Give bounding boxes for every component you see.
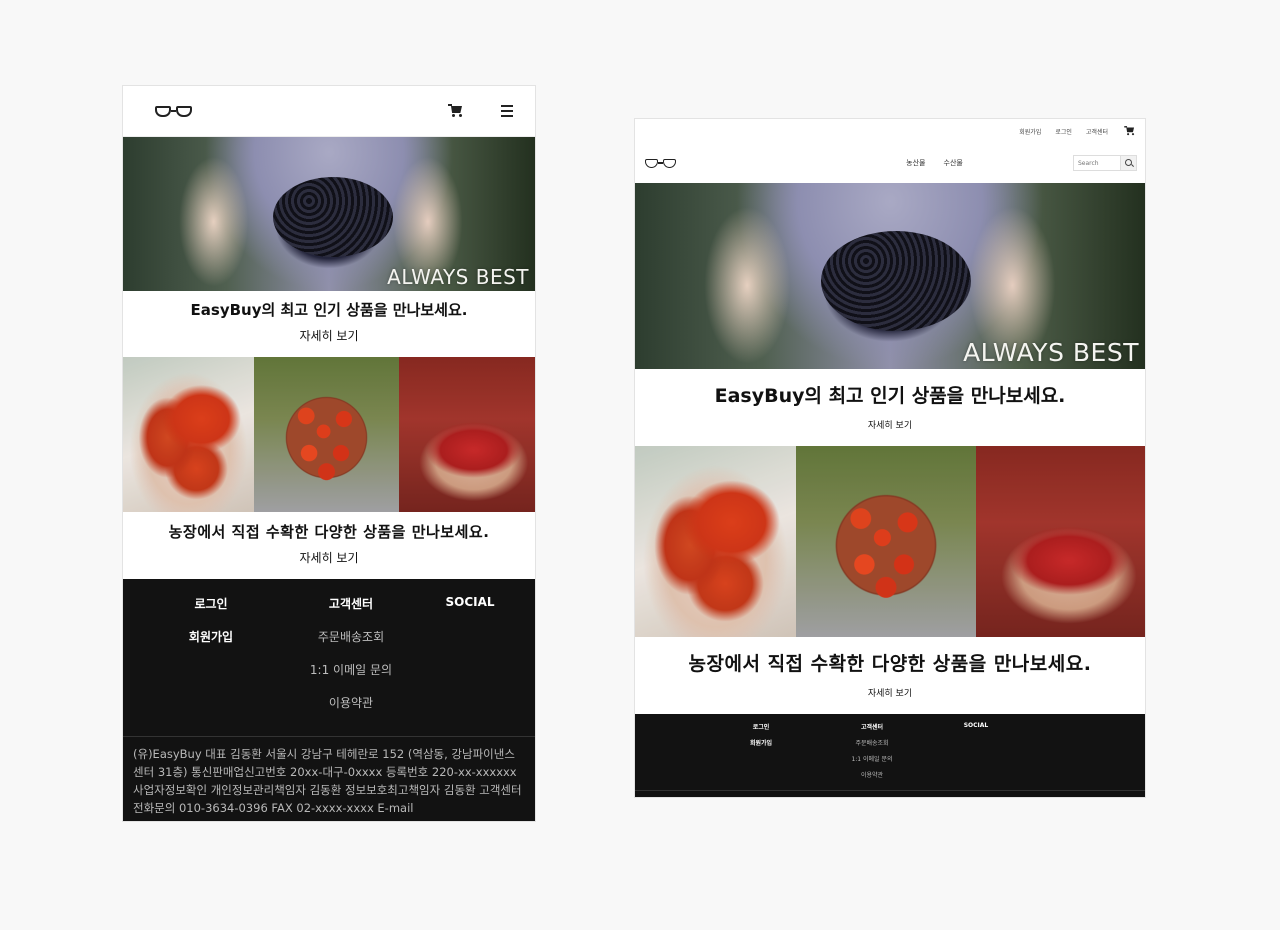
glasses-logo-icon[interactable] — [645, 158, 676, 168]
footer-divider — [635, 790, 1145, 791]
footer-login-link[interactable]: 로그인 — [711, 722, 811, 738]
cart-icon[interactable] — [448, 104, 463, 118]
cart-icon[interactable] — [1124, 126, 1135, 136]
top-login-link[interactable]: 로그인 — [1055, 127, 1072, 136]
footer-email-inquiry-link[interactable]: 1:1 이메일 문의 — [811, 754, 933, 770]
section-farm-caption: 농장에서 직접 수확한 다양한 상품을 만나보세요. 자세히 보기 — [635, 637, 1145, 714]
desktop-preview: 회원가입 로그인 고객센터 농산물 수산물 ALWAYS BEST EasyBu… — [634, 118, 1146, 798]
cherry-tomato-bowl-image[interactable] — [254, 357, 399, 512]
search-box — [1073, 155, 1137, 171]
footer-company-info: (유)EasyBuy 대표 김동환 서울시 강남구 테헤란로 152 (역삼동,… — [133, 747, 522, 821]
glasses-logo-icon[interactable] — [155, 105, 192, 117]
strawberry-hands-image[interactable] — [975, 446, 1145, 637]
mobile-header — [123, 86, 535, 137]
strawberry-hands-image[interactable] — [398, 357, 535, 512]
search-input[interactable] — [1074, 156, 1120, 170]
section-best-caption: EasyBuy의 최고 인기 상품을 만나보세요. 자세히 보기 — [123, 291, 535, 357]
footer-email-inquiry-link[interactable]: 1:1 이메일 문의 — [279, 661, 423, 694]
footer-support-heading[interactable]: 고객센터 — [299, 595, 403, 628]
nav-agricultural-link[interactable]: 농산물 — [906, 158, 925, 168]
mobile-preview: ALWAYS BEST EasyBuy의 최고 인기 상품을 만나보세요. 자세… — [122, 85, 536, 822]
section-farm-title: 농장에서 직접 수확한 다양한 상품을 만나보세요. — [168, 523, 490, 541]
hamburger-menu-icon[interactable] — [501, 105, 513, 117]
top-support-link[interactable]: 고객센터 — [1086, 127, 1108, 136]
footer-social-heading: SOCIAL — [963, 722, 989, 729]
section-best-title: EasyBuy의 최고 인기 상품을 만나보세요. — [714, 385, 1066, 407]
footer-support-heading[interactable]: 고객센터 — [811, 722, 933, 738]
section-best-link[interactable]: 자세히 보기 — [123, 327, 535, 344]
footer-signup-link[interactable]: 회원가입 — [711, 738, 811, 754]
footer-order-tracking-link[interactable]: 주문배송조회 — [279, 628, 423, 661]
desktop-footer: 로그인 회원가입 고객센터 주문배송조회 1:1 이메일 문의 이용약관 SOC… — [635, 714, 1145, 797]
section-best-caption: EasyBuy의 최고 인기 상품을 만나보세요. 자세히 보기 — [635, 369, 1145, 446]
hero-blackberries-image[interactable]: ALWAYS BEST — [635, 183, 1145, 369]
footer-social-heading: SOCIAL — [445, 595, 495, 609]
hero-blackberries-image[interactable]: ALWAYS BEST — [123, 137, 535, 291]
section-farm-link[interactable]: 자세히 보기 — [123, 549, 535, 566]
footer-terms-link[interactable]: 이용약관 — [279, 694, 423, 727]
section-farm-title: 농장에서 직접 수확한 다양한 상품을 만나보세요. — [688, 653, 1092, 675]
farm-products-images — [635, 446, 1145, 637]
top-utility-bar: 회원가입 로그인 고객센터 — [635, 119, 1145, 143]
hero-overlay-text: ALWAYS BEST — [963, 338, 1139, 367]
search-icon[interactable] — [1120, 156, 1136, 170]
footer-signup-link[interactable]: 회원가입 — [123, 628, 299, 661]
section-best-link[interactable]: 자세히 보기 — [635, 418, 1145, 431]
hero-overlay-text: ALWAYS BEST — [387, 265, 529, 289]
section-farm-link[interactable]: 자세히 보기 — [635, 686, 1145, 699]
farm-products-images — [123, 357, 535, 512]
mobile-footer: 로그인 회원가입 고객센터 주문배송조회 1:1 이메일 문의 이용약관 SOC… — [123, 579, 535, 821]
tomato-hands-image[interactable] — [635, 446, 797, 637]
footer-terms-link[interactable]: 이용약관 — [811, 770, 933, 786]
top-signup-link[interactable]: 회원가입 — [1019, 127, 1041, 136]
section-farm-caption: 농장에서 직접 수확한 다양한 상품을 만나보세요. 자세히 보기 — [123, 512, 535, 579]
main-navbar: 농산물 수산물 — [635, 143, 1145, 183]
cherry-tomato-bowl-image[interactable] — [796, 446, 976, 637]
footer-login-link[interactable]: 로그인 — [123, 595, 299, 628]
tomato-hands-image[interactable] — [123, 357, 255, 512]
section-best-title: EasyBuy의 최고 인기 상품을 만나보세요. — [190, 301, 468, 319]
nav-seafood-link[interactable]: 수산물 — [944, 158, 963, 168]
footer-order-tracking-link[interactable]: 주문배송조회 — [811, 738, 933, 754]
